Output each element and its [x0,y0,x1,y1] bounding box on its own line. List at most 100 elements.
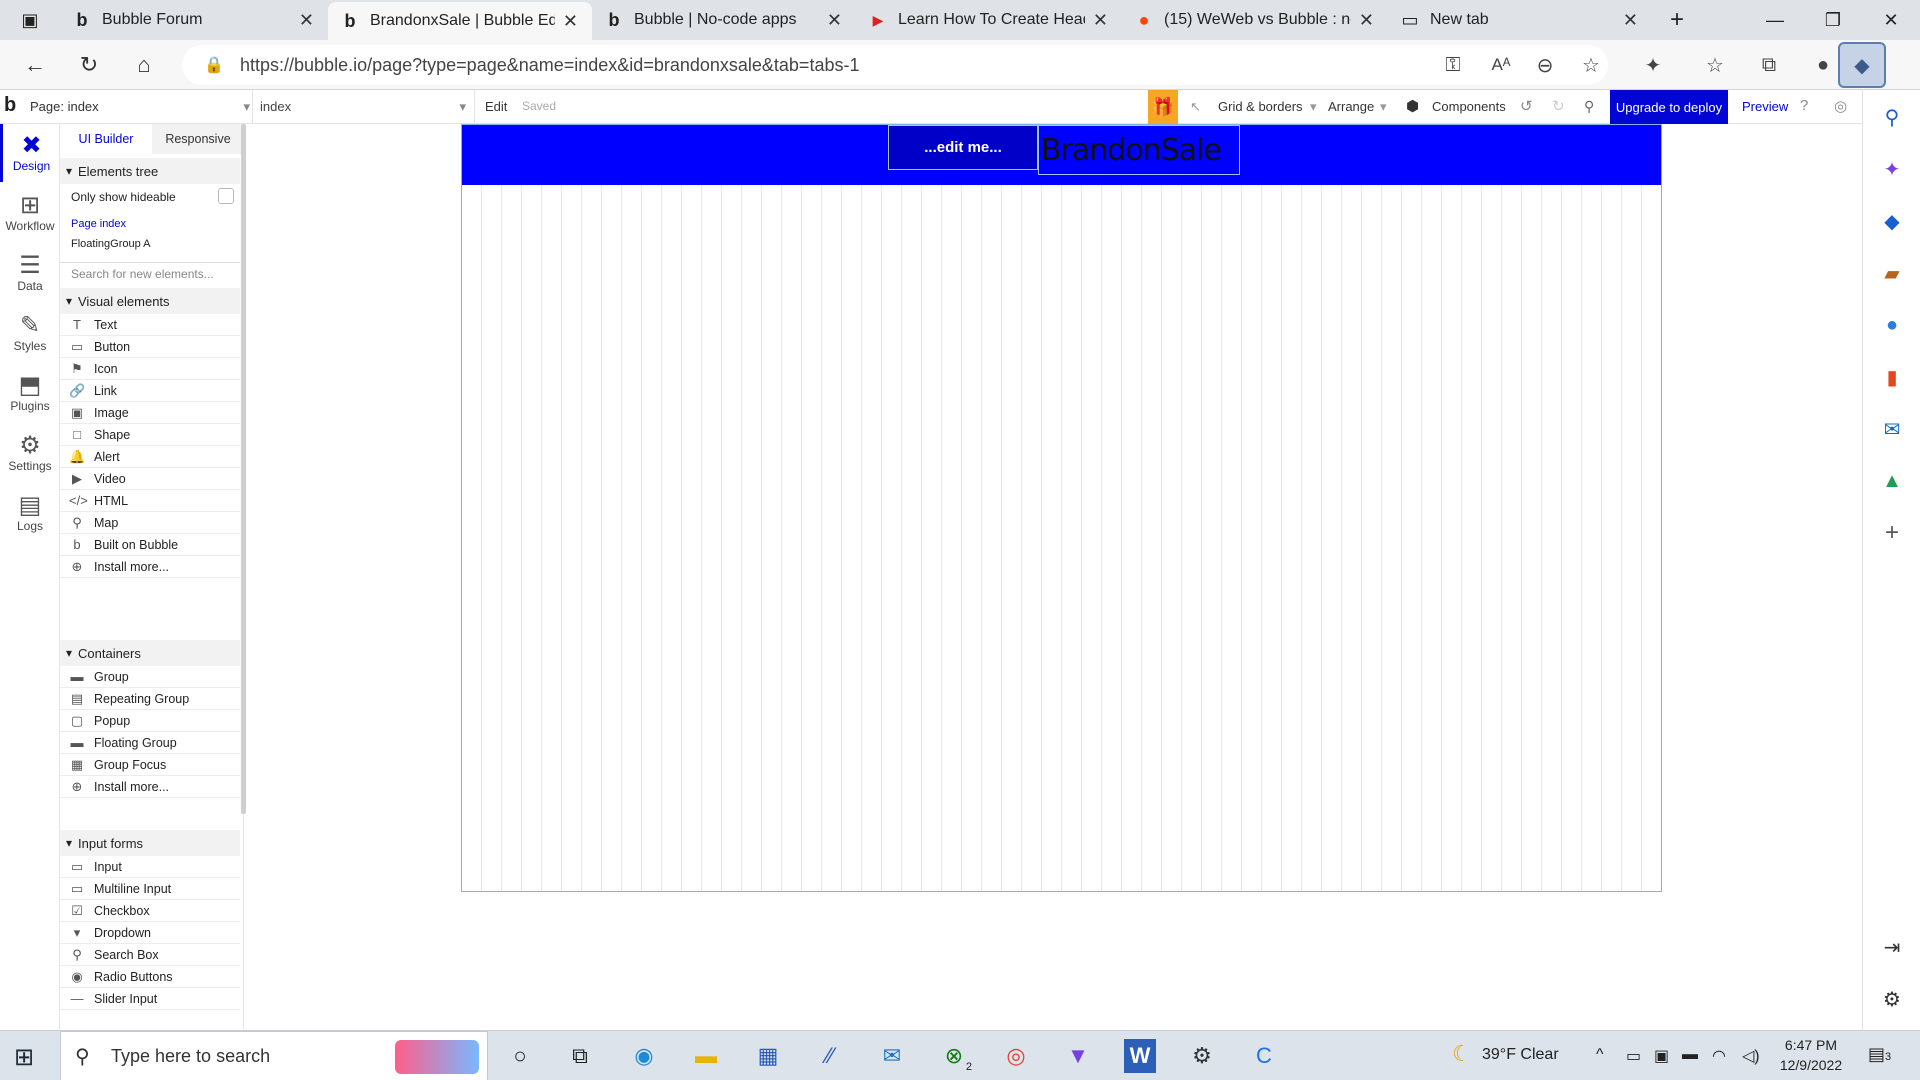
canva-icon[interactable]: C [1244,1039,1284,1073]
rail-design[interactable]: ✖ Design [0,124,60,182]
palette-built-on-bubble[interactable]: b Built on Bubble [60,534,240,556]
palette-map[interactable]: ⚲ Map [60,512,240,534]
cursor-icon[interactable]: ↖ [1190,99,1201,115]
grid-borders-menu[interactable]: Grid & borders [1218,99,1303,114]
search-icon[interactable]: ⚲ [1584,98,1594,115]
word-icon[interactable]: W [1124,1039,1156,1073]
edit-menu[interactable]: Edit [485,99,507,114]
preview-button[interactable]: Preview [1742,99,1788,114]
hide-sidebar-icon[interactable]: ⇥ [1877,932,1907,962]
taskbar-search[interactable]: ⚲ Type here to search [60,1031,488,1080]
upgrade-button[interactable]: Upgrade to deploy [1610,90,1728,124]
add-sidebar-icon[interactable]: + [1877,518,1907,548]
palette-install-more[interactable]: ⊕ Install more... [60,556,240,578]
palette-alert[interactable]: 🔔 Alert [60,446,240,468]
palette-shape[interactable]: □ Shape [60,424,240,446]
app-triangle-icon[interactable]: ▼ [1058,1039,1098,1073]
palette-video[interactable]: ▶ Video [60,468,240,490]
tab-bubble-forum[interactable]: b Bubble Forum ✕ [60,0,328,40]
palette-button[interactable]: ▭ Button [60,336,240,358]
volume-icon[interactable]: ◁) [1742,1046,1760,1066]
only-show-hideable-checkbox[interactable] [218,188,234,204]
section-containers[interactable]: Containers [60,640,240,666]
palette-group[interactable]: ▬ Group [60,666,240,688]
copilot-icon[interactable]: ◆ [1838,42,1886,88]
notifications-icon[interactable]: ▤3 [1868,1044,1891,1065]
search-icon[interactable]: ⚲ [1877,102,1907,132]
copilot-sparkle-icon[interactable]: ✦ [1877,154,1907,184]
palette-html[interactable]: </> HTML [60,490,240,512]
close-tab-icon[interactable]: ✕ [299,10,314,31]
wifi-icon[interactable]: ◠ [1712,1046,1726,1066]
xbox-icon[interactable]: ⊗ 2 [934,1039,974,1073]
palette-radio-buttons[interactable]: ◉ Radio Buttons [60,966,240,988]
palette-image[interactable]: ▣ Image [60,402,240,424]
cortana-icon[interactable]: ○ [500,1039,540,1073]
app-icon[interactable]: ⁄⁄ [810,1039,850,1073]
undo-icon[interactable]: ↺ [1520,97,1533,115]
battery-icon[interactable]: ▬ [1682,1046,1698,1064]
help-icon[interactable]: ? [1800,97,1808,114]
restore-icon[interactable]: ❐ [1804,0,1862,40]
tree-page-index[interactable]: Page index [71,218,126,230]
palette-slider-input[interactable]: — Slider Input [60,988,240,1010]
page-canvas[interactable]: ...edit me... BrandonSale [461,124,1662,892]
palette-checkbox[interactable]: ☑ Checkbox [60,900,240,922]
account-icon[interactable]: ◎ [1834,97,1847,115]
screen-icon[interactable]: ▣ [1654,1046,1669,1066]
chevron-up-icon[interactable]: ^ [1596,1046,1604,1064]
section-elements-tree[interactable]: Elements tree [60,158,240,184]
chrome-icon[interactable]: ◎ [996,1039,1036,1073]
games-icon[interactable]: ● [1877,310,1907,340]
mail-icon[interactable]: ✉ [872,1039,912,1073]
tools-icon[interactable]: ▰ [1877,258,1907,288]
element-search-input[interactable]: Search for new elements... [71,267,241,281]
outlook-icon[interactable]: ✉ [1877,414,1907,444]
page-selector[interactable]: Page: index [30,99,250,115]
profile-icon[interactable]: ● [1808,50,1838,80]
refresh-icon[interactable]: ↻ [72,48,106,82]
palette-link[interactable]: 🔗 Link [60,380,240,402]
bubble-logo[interactable]: b [4,94,16,117]
tab-youtube[interactable]: ▶ Learn How To Create Header ✕ [856,0,1122,40]
close-tab-icon[interactable]: ✕ [1359,10,1374,31]
store-icon[interactable]: ▦ [748,1039,788,1073]
office-icon[interactable]: ▮ [1877,362,1907,392]
sidebar-settings-icon[interactable]: ⚙ [1877,984,1907,1014]
palette-input[interactable]: ▭ Input [60,856,240,878]
meet-icon[interactable]: ▭ [1626,1046,1641,1066]
tab-ui-builder[interactable]: UI Builder [60,124,152,154]
weather-text[interactable]: 39°F Clear [1482,1046,1559,1064]
home-icon[interactable]: ⌂ [127,48,161,82]
file-explorer-icon[interactable]: ▬ [686,1039,726,1073]
gift-icon[interactable]: 🎁 [1148,90,1178,124]
close-tab-icon[interactable]: ✕ [827,10,842,31]
palette-dropdown[interactable]: ▾ Dropdown [60,922,240,944]
rail-workflow[interactable]: ⊞ Workflow [0,184,60,242]
rail-settings[interactable]: ⚙ Settings [0,424,60,482]
collections-icon[interactable]: ⧉ [1754,50,1784,80]
url-field[interactable]: 🔒 https://bubble.io/page?type=page&name=… [182,45,1608,85]
favorite-add-icon[interactable]: ☆ [1576,50,1606,80]
task-view-icon[interactable]: ⧉ [560,1039,600,1073]
windows-start-icon[interactable]: ⊞ [14,1043,34,1072]
new-tab-plus-icon[interactable]: + [1652,0,1702,40]
favorites-icon[interactable]: ☆ [1700,50,1730,80]
zoom-icon[interactable]: ⊖ [1530,50,1560,80]
shopping-tag-icon[interactable]: ◆ [1877,206,1907,236]
palette-text[interactable]: T Text [60,314,240,336]
section-visual-elements[interactable]: Visual elements [60,288,240,314]
palette-install-more[interactable]: ⊕ Install more... [60,776,240,798]
section-input-forms[interactable]: Input forms [60,830,240,856]
index-selector[interactable]: index [260,99,466,115]
tab-new-tab[interactable]: ▭ New tab ✕ [1388,0,1652,40]
edge-icon[interactable]: ◉ [624,1039,664,1073]
rail-styles[interactable]: ✎ Styles [0,304,60,362]
palette-floating-group[interactable]: ▬ Floating Group [60,732,240,754]
tab-responsive[interactable]: Responsive [152,124,243,154]
palette-repeating-group[interactable]: ▤ Repeating Group [60,688,240,710]
tab-bubble-editor[interactable]: b BrandonxSale | Bubble Editor ✕ [328,2,592,40]
key-icon[interactable]: ⚿ [1438,50,1468,80]
brand-text[interactable]: BrandonSale [1038,125,1240,175]
components-menu[interactable]: Components [1432,99,1506,114]
